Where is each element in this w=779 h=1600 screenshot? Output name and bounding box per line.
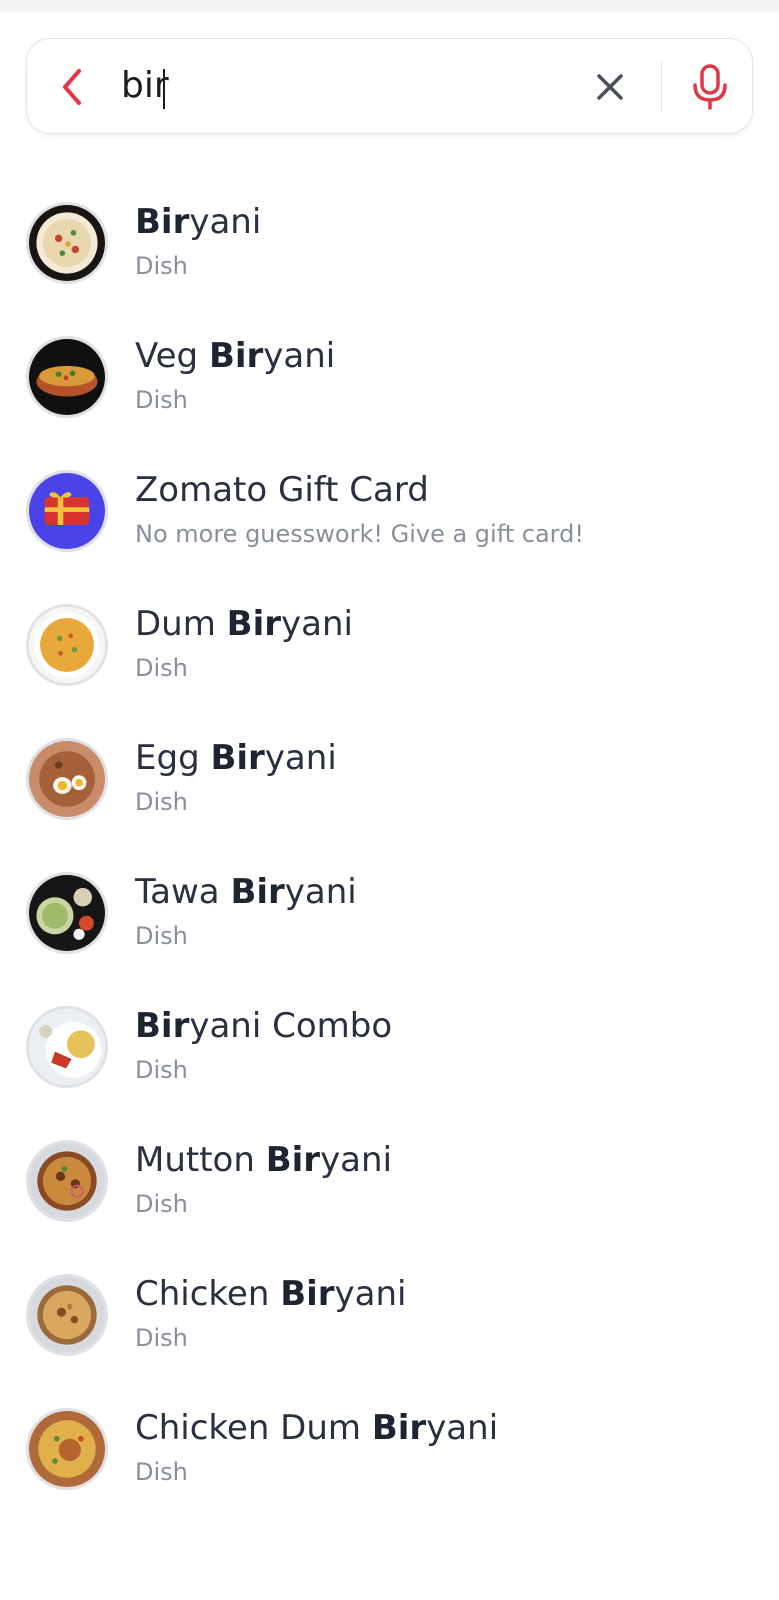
result-title: Mutton Biryani	[135, 1140, 393, 1180]
list-item[interactable]: Veg Biryani Dish	[0, 310, 779, 444]
clear-search-button[interactable]	[592, 69, 628, 105]
search-input[interactable]: bir	[121, 61, 169, 111]
list-item[interactable]: Egg Biryani Dish	[0, 712, 779, 846]
veg-biryani-thumbnail	[26, 336, 108, 418]
result-subtitle: Dish	[135, 1458, 188, 1486]
list-item[interactable]: Chicken Biryani Dish	[0, 1248, 779, 1382]
list-item[interactable]: Chicken Dum Biryani Dish	[0, 1382, 779, 1516]
search-results-list: Biryani Dish Veg Biryani Dish Zomato Gif…	[0, 176, 779, 1516]
result-title: Dum Biryani	[135, 604, 353, 644]
result-subtitle: Dish	[135, 922, 188, 950]
result-subtitle: Dish	[135, 1190, 188, 1218]
gift-card-thumbnail	[26, 470, 108, 552]
search-bar: bir	[26, 38, 753, 134]
list-item[interactable]: Zomato Gift Card No more guesswork! Give…	[0, 444, 779, 578]
result-title: Zomato Gift Card	[135, 470, 429, 510]
dum-biryani-thumbnail	[26, 604, 108, 686]
mutton-biryani-thumbnail	[26, 1140, 108, 1222]
list-item[interactable]: Dum Biryani Dish	[0, 578, 779, 712]
text-caret	[163, 69, 165, 109]
result-subtitle: Dish	[135, 1056, 188, 1084]
biryani-combo-thumbnail	[26, 1006, 108, 1088]
result-title: Egg Biryani	[135, 738, 337, 778]
microphone-icon	[693, 64, 727, 110]
result-title: Chicken Biryani	[135, 1274, 407, 1314]
biryani-thumbnail	[26, 202, 108, 284]
result-title: Chicken Dum Biryani	[135, 1408, 499, 1448]
chicken-dum-biryani-thumbnail	[26, 1408, 108, 1490]
result-title: Biryani	[135, 202, 262, 242]
egg-biryani-thumbnail	[26, 738, 108, 820]
search-divider	[661, 61, 662, 113]
tawa-biryani-thumbnail	[26, 872, 108, 954]
result-subtitle: Dish	[135, 252, 188, 280]
result-subtitle: Dish	[135, 654, 188, 682]
result-title: Veg Biryani	[135, 336, 336, 376]
result-subtitle: Dish	[135, 788, 188, 816]
list-item[interactable]: Biryani Dish	[0, 176, 779, 310]
result-title: Biryani Combo	[135, 1006, 393, 1046]
chicken-biryani-thumbnail	[26, 1274, 108, 1356]
close-icon	[597, 74, 623, 100]
chevron-left-icon	[63, 69, 81, 105]
result-subtitle: Dish	[135, 1324, 188, 1352]
back-button[interactable]	[55, 65, 91, 109]
list-item[interactable]: Tawa Biryani Dish	[0, 846, 779, 980]
result-subtitle: No more guesswork! Give a gift card!	[135, 520, 584, 548]
voice-search-button[interactable]	[689, 63, 731, 111]
result-subtitle: Dish	[135, 386, 188, 414]
status-bar	[0, 0, 779, 12]
result-title: Tawa Biryani	[135, 872, 357, 912]
list-item[interactable]: Mutton Biryani Dish	[0, 1114, 779, 1248]
list-item[interactable]: Biryani Combo Dish	[0, 980, 779, 1114]
